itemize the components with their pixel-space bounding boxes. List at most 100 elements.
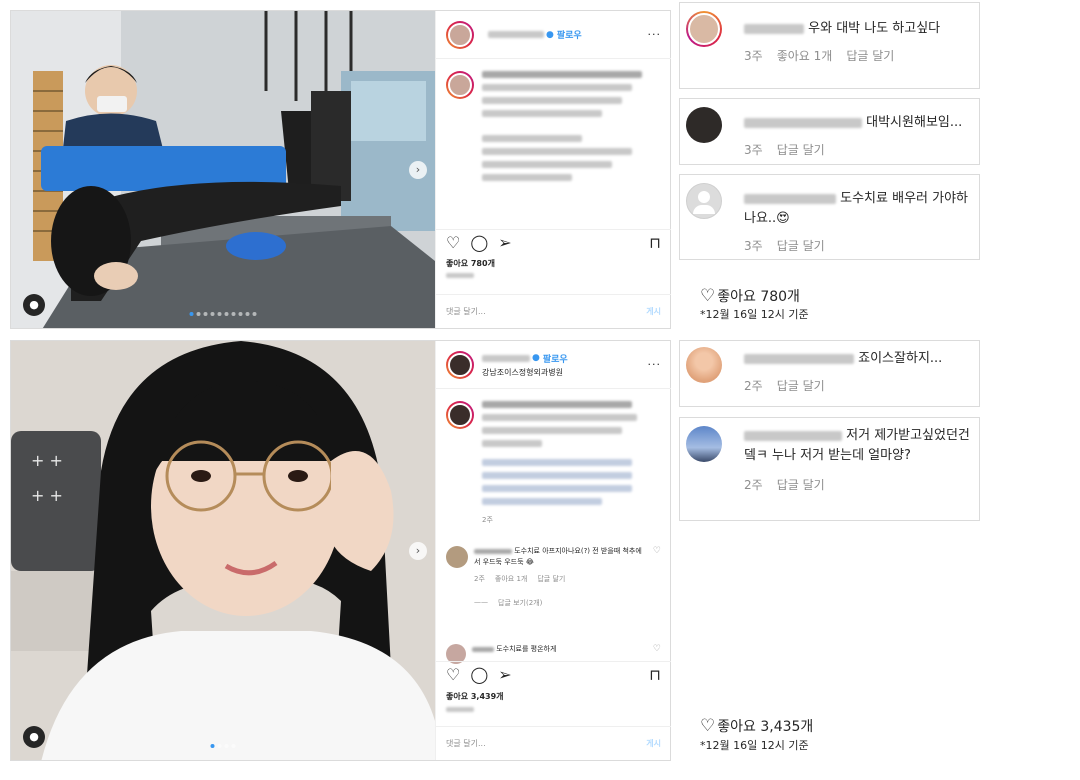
comment-card: 저거 제가받고싶었던건뎈ㅋ 누나 저거 받는데 얼마양? 2주 답글 달기 <box>679 417 980 521</box>
post-caption: 2주 <box>436 389 671 537</box>
post-caption <box>436 59 671 193</box>
post-header: ● 팔로우 강남조이스정형외과병원 ··· <box>436 341 671 389</box>
carousel-dot <box>217 744 222 748</box>
share-icon[interactable]: ➢ <box>498 666 511 683</box>
carousel-dot <box>210 744 215 748</box>
reply-button[interactable]: 답글 달기 <box>777 141 825 158</box>
reply-button[interactable]: 답글 달기 <box>846 47 894 64</box>
caption-avatar[interactable] <box>446 401 474 429</box>
comment-text: 우와 대박 나도 하고싶다 <box>808 21 941 36</box>
share-icon[interactable]: ➢ <box>498 234 511 251</box>
post-sidebar: ● 팔로우 ··· ♡ ◯ ➢ ⊓ 좋아요 780개 댓글 달기... 게시 <box>435 11 671 328</box>
comment-text: 죠이스잘하지... <box>858 351 943 366</box>
comment-time: 3주 <box>744 239 763 253</box>
next-photo-arrow-icon[interactable]: › <box>409 160 427 179</box>
post-header: ● 팔로우 ··· <box>436 11 671 59</box>
more-options-icon[interactable]: ··· <box>648 358 662 371</box>
comment-text: 대박시원해보임... <box>866 115 963 130</box>
carousel-dot <box>196 312 201 316</box>
comment-body: 대박시원해보임... <box>744 113 971 133</box>
commenter-avatar[interactable] <box>686 11 722 47</box>
commenter-name-blurred[interactable] <box>744 193 836 204</box>
follow-button[interactable]: 팔로우 <box>557 28 582 41</box>
post-comment-button[interactable]: 게시 <box>646 738 661 749</box>
reply-button[interactable]: 답글 달기 <box>777 237 825 254</box>
commenter-avatar[interactable] <box>686 347 722 383</box>
carousel-dot <box>217 312 222 316</box>
caption-time: 2주 <box>482 516 493 524</box>
post-photo-clinic[interactable]: › ● <box>11 11 435 328</box>
more-options-icon[interactable]: ··· <box>648 28 662 41</box>
user-tag-icon[interactable]: ● <box>23 294 45 316</box>
post-photo-selfie[interactable]: + + + + › ● <box>11 341 435 760</box>
reply-button[interactable]: 답글 달기 <box>537 574 565 584</box>
user-tag-icon[interactable]: ● <box>23 726 45 748</box>
carousel-dot <box>210 312 215 316</box>
follow-button[interactable]: 팔로우 <box>543 352 568 365</box>
commenter-avatar[interactable] <box>686 426 722 462</box>
instagram-post-2: + + + + › ● ● 팔로우 강남조이스정형외과병원 ··· 2주 도수치… <box>10 340 671 761</box>
svg-text:+ +: + + <box>31 451 63 470</box>
carousel-dot <box>245 312 250 316</box>
commenter-avatar[interactable] <box>686 183 722 219</box>
commenter-name-blurred[interactable] <box>744 23 804 34</box>
comment-time: 3주 <box>744 143 763 157</box>
commenter-name-blurred[interactable] <box>744 117 862 128</box>
comment-likes[interactable]: 좋아요 1개 <box>777 47 833 64</box>
commenter-avatar[interactable] <box>686 107 722 143</box>
comment-likes[interactable]: 좋아요 1개 <box>495 574 527 584</box>
heart-icon[interactable]: ♡ <box>446 666 460 683</box>
comment-input[interactable]: 댓글 달기... 게시 <box>436 726 671 760</box>
comment-meta: 3주 답글 달기 <box>744 237 971 254</box>
summary-likes: ♡ 좋아요 780개 <box>700 286 800 306</box>
post-location[interactable]: 강남조이스정형외과병원 <box>482 367 568 378</box>
view-replies[interactable]: —— 답글 보기(2개) <box>474 598 647 608</box>
reply-button[interactable]: 답글 달기 <box>777 476 825 493</box>
comment-body: 도수치료 배우러 가야하나요..😍 <box>744 189 971 229</box>
carousel-dot <box>203 312 208 316</box>
post-comment-button[interactable]: 게시 <box>646 306 661 317</box>
caption-text-blurred <box>482 71 661 181</box>
comment-body: 우와 대박 나도 하고싶다 <box>744 19 971 39</box>
likes-count[interactable]: 좋아요 3,439개 <box>446 691 504 702</box>
heart-icon: ♡ <box>700 716 716 736</box>
comment-icon[interactable]: ◯ <box>470 234 488 251</box>
bookmark-icon[interactable]: ⊓ <box>649 667 661 683</box>
comment-item: 도수치료 아프지아나요(?) 전 받을때 척추에서 우드둑 우드둑 😂 2주 좋… <box>436 546 671 608</box>
author-avatar[interactable] <box>446 20 474 49</box>
comment-input[interactable]: 댓글 달기... 게시 <box>436 294 671 328</box>
action-bar: ♡ ◯ ➢ ⊓ <box>436 229 671 255</box>
commenter-name-blurred[interactable] <box>744 353 854 364</box>
comment-heart-icon[interactable]: ♡ <box>653 546 661 608</box>
commenter-avatar[interactable] <box>446 546 468 568</box>
view-replies-label[interactable]: 답글 보기(2개) <box>498 598 542 608</box>
carousel-dots <box>189 312 257 316</box>
next-photo-arrow-icon[interactable]: › <box>409 541 427 560</box>
summary-timestamp: *12월 16일 12시 기준 <box>700 308 809 321</box>
comment-meta: 3주 답글 달기 <box>744 141 971 158</box>
comment-card: 대박시원해보임... 3주 답글 달기 <box>679 98 980 165</box>
caption-avatar[interactable] <box>446 71 474 99</box>
comment-time: 2주 <box>744 379 763 393</box>
author-name-block: ● 팔로우 <box>482 28 582 41</box>
author-name-blurred[interactable] <box>482 354 530 362</box>
comment-card: 우와 대박 나도 하고싶다 3주 좋아요 1개 답글 달기 <box>679 2 980 89</box>
reply-button[interactable]: 답글 달기 <box>777 377 825 394</box>
commenter-name-blurred[interactable] <box>472 646 494 652</box>
commenter-name-blurred[interactable] <box>474 548 512 554</box>
author-name-blurred[interactable] <box>488 31 544 38</box>
likes-count[interactable]: 좋아요 780개 <box>446 258 495 269</box>
selfie-illustration: + + + + <box>11 341 435 760</box>
comment-card: 도수치료 배우러 가야하나요..😍 3주 답글 달기 <box>679 174 980 260</box>
heart-icon[interactable]: ♡ <box>446 234 460 251</box>
carousel-dot <box>231 744 236 748</box>
verified-badge-icon: ● <box>532 353 540 363</box>
carousel-dot <box>224 744 229 748</box>
author-avatar[interactable] <box>446 350 474 379</box>
heart-icon: ♡ <box>700 286 716 306</box>
commenter-name-blurred[interactable] <box>744 430 842 441</box>
comment-icon[interactable]: ◯ <box>470 666 488 683</box>
author-name-block: ● 팔로우 강남조이스정형외과병원 <box>482 352 568 378</box>
bookmark-icon[interactable]: ⊓ <box>649 235 661 251</box>
comment-body: 저거 제가받고싶었던건뎈ㅋ 누나 저거 받는데 얼마양? <box>744 426 971 466</box>
